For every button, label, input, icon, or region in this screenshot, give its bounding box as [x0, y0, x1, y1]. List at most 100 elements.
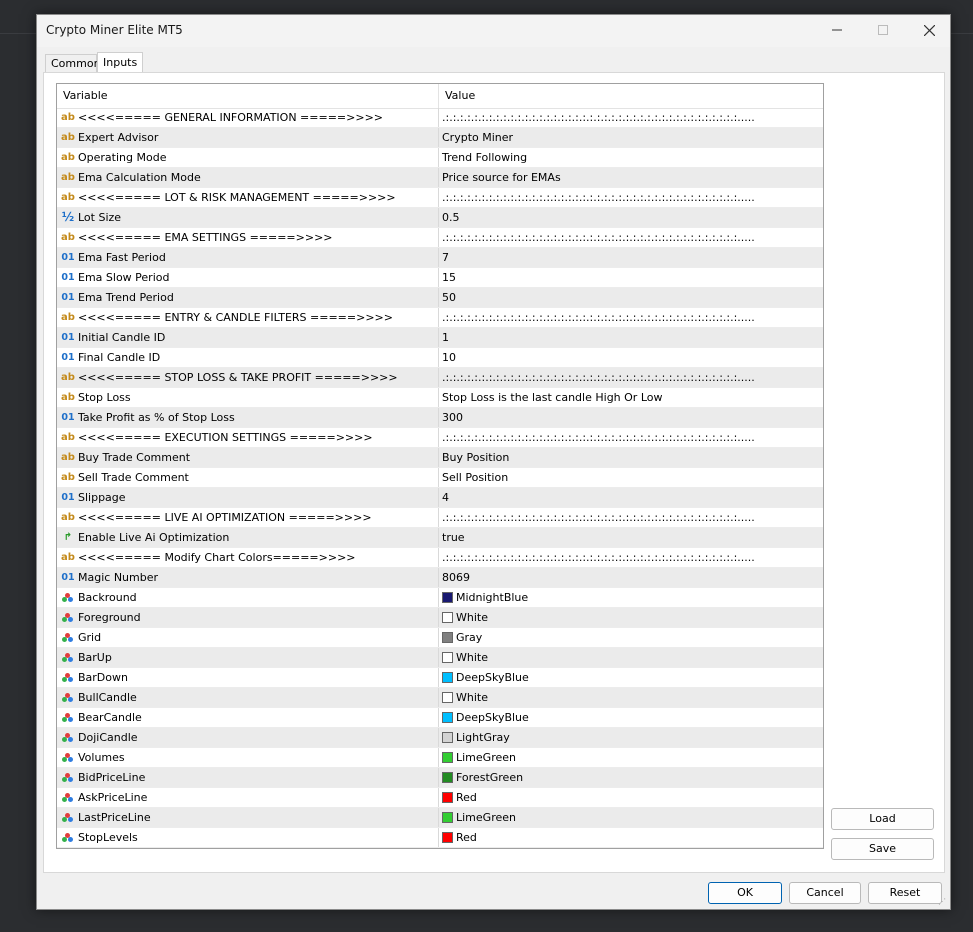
table-row[interactable]: Foreground White	[57, 608, 823, 628]
value-cell[interactable]: DeepSkyBlue	[439, 708, 823, 727]
table-row[interactable]: 01 Slippage 4	[57, 488, 823, 508]
variable-cell[interactable]: ↱ Enable Live Ai Optimization	[57, 528, 439, 547]
value-cell[interactable]: 4	[439, 488, 823, 507]
table-row[interactable]: ½ Lot Size 0.5	[57, 208, 823, 228]
table-row[interactable]: BarDown DeepSkyBlue	[57, 668, 823, 688]
variable-cell[interactable]: ab Operating Mode	[57, 148, 439, 167]
table-row[interactable]: Backround MidnightBlue	[57, 588, 823, 608]
variable-cell[interactable]: BarDown	[57, 668, 439, 687]
table-row[interactable]: ab <<<<===== Modify Chart Colors=====>>>>…	[57, 548, 823, 568]
value-cell[interactable]: 7	[439, 248, 823, 267]
cancel-button[interactable]: Cancel	[789, 882, 861, 904]
table-row[interactable]: ab Sell Trade Comment Sell Position	[57, 468, 823, 488]
table-row[interactable]: 01 Ema Slow Period 15	[57, 268, 823, 288]
value-cell[interactable]: ForestGreen	[439, 768, 823, 787]
variable-cell[interactable]: BarUp	[57, 648, 439, 667]
value-cell[interactable]: .:.:.:.:.:.:.:.:.:.:.:.:.:.:.:.:.:.:.:.:…	[439, 188, 823, 207]
variable-cell[interactable]: Volumes	[57, 748, 439, 767]
table-row[interactable]: ab <<<<===== STOP LOSS & TAKE PROFIT ====…	[57, 368, 823, 388]
variable-cell[interactable]: 01 Take Profit as % of Stop Loss	[57, 408, 439, 427]
variable-cell[interactable]: ab <<<<===== EXECUTION SETTINGS =====>>>>	[57, 428, 439, 447]
close-icon[interactable]	[906, 15, 952, 45]
variable-cell[interactable]: ab Buy Trade Comment	[57, 448, 439, 467]
table-row[interactable]: ab <<<<===== EXECUTION SETTINGS =====>>>>…	[57, 428, 823, 448]
value-cell[interactable]: .:.:.:.:.:.:.:.:.:.:.:.:.:.:.:.:.:.:.:.:…	[439, 368, 823, 387]
variable-cell[interactable]: 01 Slippage	[57, 488, 439, 507]
value-cell[interactable]: .:.:.:.:.:.:.:.:.:.:.:.:.:.:.:.:.:.:.:.:…	[439, 308, 823, 327]
value-cell[interactable]: DeepSkyBlue	[439, 668, 823, 687]
variable-cell[interactable]: 01 Ema Trend Period	[57, 288, 439, 307]
variable-cell[interactable]: 01 Final Candle ID	[57, 348, 439, 367]
value-cell[interactable]: Gray	[439, 628, 823, 647]
resize-grip-icon[interactable]: ⋰	[938, 897, 948, 907]
variable-cell[interactable]: BearCandle	[57, 708, 439, 727]
table-row[interactable]: 01 Magic Number 8069	[57, 568, 823, 588]
table-row[interactable]: BullCandle White	[57, 688, 823, 708]
variable-cell[interactable]: ab <<<<===== GENERAL INFORMATION =====>>>…	[57, 108, 439, 127]
value-cell[interactable]: .:.:.:.:.:.:.:.:.:.:.:.:.:.:.:.:.:.:.:.:…	[439, 508, 823, 527]
variable-cell[interactable]: LastPriceLine	[57, 808, 439, 827]
value-cell[interactable]: Buy Position	[439, 448, 823, 467]
table-row[interactable]: BearCandle DeepSkyBlue	[57, 708, 823, 728]
table-row[interactable]: LastPriceLine LimeGreen	[57, 808, 823, 828]
variable-cell[interactable]: 01 Initial Candle ID	[57, 328, 439, 347]
value-cell[interactable]: 0.5	[439, 208, 823, 227]
variable-cell[interactable]: ab <<<<===== LOT & RISK MANAGEMENT =====>…	[57, 188, 439, 207]
variable-cell[interactable]: Grid	[57, 628, 439, 647]
value-cell[interactable]: 50	[439, 288, 823, 307]
value-cell[interactable]: Trend Following	[439, 148, 823, 167]
table-row[interactable]: 01 Initial Candle ID 1	[57, 328, 823, 348]
table-row[interactable]: ab Operating Mode Trend Following	[57, 148, 823, 168]
value-cell[interactable]: Red	[439, 788, 823, 807]
variable-cell[interactable]: Backround	[57, 588, 439, 607]
variable-cell[interactable]: ab <<<<===== LIVE AI OPTIMIZATION =====>>…	[57, 508, 439, 527]
table-row[interactable]: 01 Ema Trend Period 50	[57, 288, 823, 308]
variable-cell[interactable]: BidPriceLine	[57, 768, 439, 787]
table-row[interactable]: DojiCandle LightGray	[57, 728, 823, 748]
column-header-variable[interactable]: Variable	[57, 84, 439, 108]
table-row[interactable]: AskPriceLine Red	[57, 788, 823, 808]
variable-cell[interactable]: ab <<<<===== EMA SETTINGS =====>>>>	[57, 228, 439, 247]
value-cell[interactable]: .:.:.:.:.:.:.:.:.:.:.:.:.:.:.:.:.:.:.:.:…	[439, 548, 823, 567]
value-cell[interactable]: .:.:.:.:.:.:.:.:.:.:.:.:.:.:.:.:.:.:.:.:…	[439, 428, 823, 447]
title-bar[interactable]: Crypto Miner Elite MT5	[37, 15, 950, 47]
table-row[interactable]: Grid Gray	[57, 628, 823, 648]
table-row[interactable]: ab <<<<===== ENTRY & CANDLE FILTERS =====…	[57, 308, 823, 328]
table-row[interactable]: ↱ Enable Live Ai Optimization true	[57, 528, 823, 548]
table-row[interactable]: ab <<<<===== EMA SETTINGS =====>>>>.:.:.:…	[57, 228, 823, 248]
table-row[interactable]: 01 Take Profit as % of Stop Loss 300	[57, 408, 823, 428]
variable-cell[interactable]: 01 Magic Number	[57, 568, 439, 587]
table-row[interactable]: StopLevels Red	[57, 828, 823, 848]
maximize-icon[interactable]	[860, 15, 906, 45]
value-cell[interactable]: 1	[439, 328, 823, 347]
minimize-icon[interactable]	[814, 15, 860, 45]
tab-inputs[interactable]: Inputs	[97, 52, 143, 73]
table-row[interactable]: 01 Ema Fast Period 7	[57, 248, 823, 268]
save-button[interactable]: Save	[831, 838, 934, 860]
table-row[interactable]: ab Buy Trade Comment Buy Position	[57, 448, 823, 468]
value-cell[interactable]: .:.:.:.:.:.:.:.:.:.:.:.:.:.:.:.:.:.:.:.:…	[439, 108, 823, 127]
value-cell[interactable]: 8069	[439, 568, 823, 587]
value-cell[interactable]: White	[439, 648, 823, 667]
variable-cell[interactable]: BullCandle	[57, 688, 439, 707]
value-cell[interactable]: LightGray	[439, 728, 823, 747]
column-header-value[interactable]: Value	[439, 84, 823, 108]
value-cell[interactable]: LimeGreen	[439, 808, 823, 827]
tab-common[interactable]: Common	[45, 54, 101, 72]
ok-button[interactable]: OK	[708, 882, 782, 904]
table-row[interactable]: BidPriceLine ForestGreen	[57, 768, 823, 788]
variable-cell[interactable]: ab Ema Calculation Mode	[57, 168, 439, 187]
value-cell[interactable]: White	[439, 608, 823, 627]
variable-cell[interactable]: AskPriceLine	[57, 788, 439, 807]
table-row[interactable]: 01 Final Candle ID 10	[57, 348, 823, 368]
variable-cell[interactable]: ab <<<<===== ENTRY & CANDLE FILTERS =====…	[57, 308, 439, 327]
value-cell[interactable]: 15	[439, 268, 823, 287]
value-cell[interactable]: MidnightBlue	[439, 588, 823, 607]
table-row[interactable]: Volumes LimeGreen	[57, 748, 823, 768]
variable-cell[interactable]: ½ Lot Size	[57, 208, 439, 227]
variable-cell[interactable]: ab Expert Advisor	[57, 128, 439, 147]
variable-cell[interactable]: 01 Ema Fast Period	[57, 248, 439, 267]
value-cell[interactable]: White	[439, 688, 823, 707]
value-cell[interactable]: 10	[439, 348, 823, 367]
value-cell[interactable]: LimeGreen	[439, 748, 823, 767]
